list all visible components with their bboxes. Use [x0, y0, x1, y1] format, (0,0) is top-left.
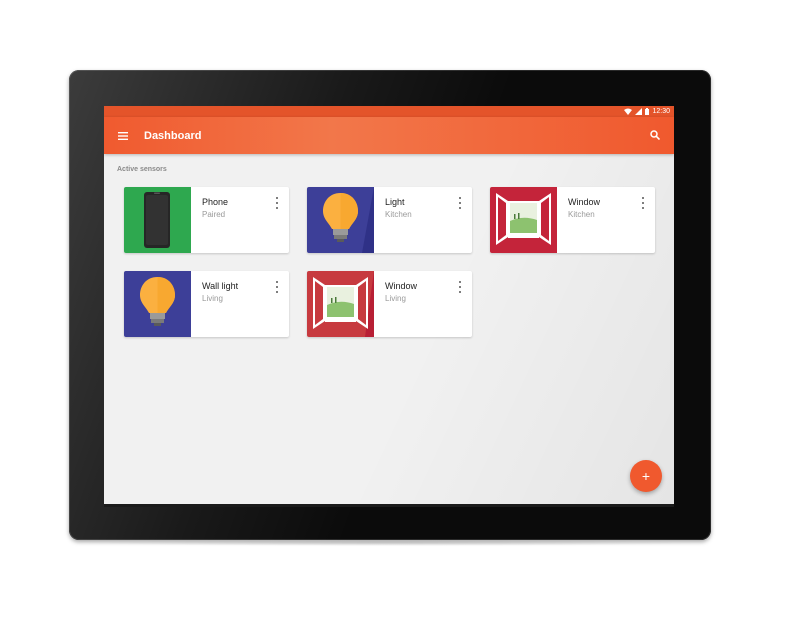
card-title: Light [385, 197, 405, 207]
bulb-icon [307, 187, 374, 253]
menu-button[interactable] [116, 129, 130, 143]
status-time: 12:30 [652, 108, 670, 115]
tablet-screen: 12:30 Dashboard Active sensors Phone Pai… [104, 106, 674, 507]
sensor-card-phone[interactable]: Phone Paired [124, 187, 289, 253]
device-floor-shadow [80, 540, 700, 546]
more-vert-icon [642, 197, 644, 199]
bulb-icon [124, 271, 191, 337]
card-title: Phone [202, 197, 229, 207]
more-vert-icon [276, 281, 278, 283]
card-subtitle: Kitchen [568, 210, 595, 219]
sensor-card-wall-light[interactable]: Wall light Living [124, 271, 289, 337]
app-bar: Dashboard [104, 117, 674, 154]
card-subtitle: Living [385, 294, 406, 303]
tablet-frame: 12:30 Dashboard Active sensors Phone Pai… [69, 70, 711, 540]
card-thumbnail [124, 271, 191, 337]
more-options-button[interactable] [457, 281, 463, 293]
sensor-card-window-living[interactable]: Window Living [307, 271, 472, 337]
wifi-icon [624, 108, 633, 115]
more-options-button[interactable] [457, 197, 463, 209]
more-options-button[interactable] [640, 197, 646, 209]
card-subtitle: Paired [202, 210, 226, 219]
card-thumbnail [307, 187, 374, 253]
card-thumbnail [490, 187, 557, 253]
menu-icon [118, 127, 128, 145]
more-vert-icon [459, 197, 461, 199]
search-button[interactable] [648, 129, 662, 143]
cell-signal-icon [635, 108, 643, 115]
phone-icon [124, 187, 191, 253]
window-icon [490, 187, 557, 253]
card-thumbnail [307, 271, 374, 337]
status-icons: 12:30 [624, 106, 670, 117]
more-options-button[interactable] [274, 197, 280, 209]
screen-bottom-edge [104, 504, 674, 507]
card-thumbnail [124, 187, 191, 253]
card-subtitle: Kitchen [385, 210, 412, 219]
battery-icon [645, 108, 650, 115]
sensor-card-light[interactable]: Light Kitchen [307, 187, 472, 253]
more-options-button[interactable] [274, 281, 280, 293]
add-sensor-fab[interactable]: + [630, 460, 662, 492]
add-icon: + [641, 468, 651, 484]
card-title: Wall light [202, 281, 239, 291]
card-subtitle: Living [202, 294, 223, 303]
page-title: Dashboard [144, 130, 202, 142]
more-vert-icon [276, 197, 278, 199]
window-icon [307, 271, 374, 337]
section-label: Active sensors [117, 166, 167, 173]
sensor-card-window-kitchen[interactable]: Window Kitchen [490, 187, 655, 253]
more-vert-icon [459, 281, 461, 283]
search-icon [650, 127, 661, 145]
card-title: Window [568, 197, 601, 207]
status-bar: 12:30 [104, 106, 674, 117]
card-title: Window [385, 281, 418, 291]
